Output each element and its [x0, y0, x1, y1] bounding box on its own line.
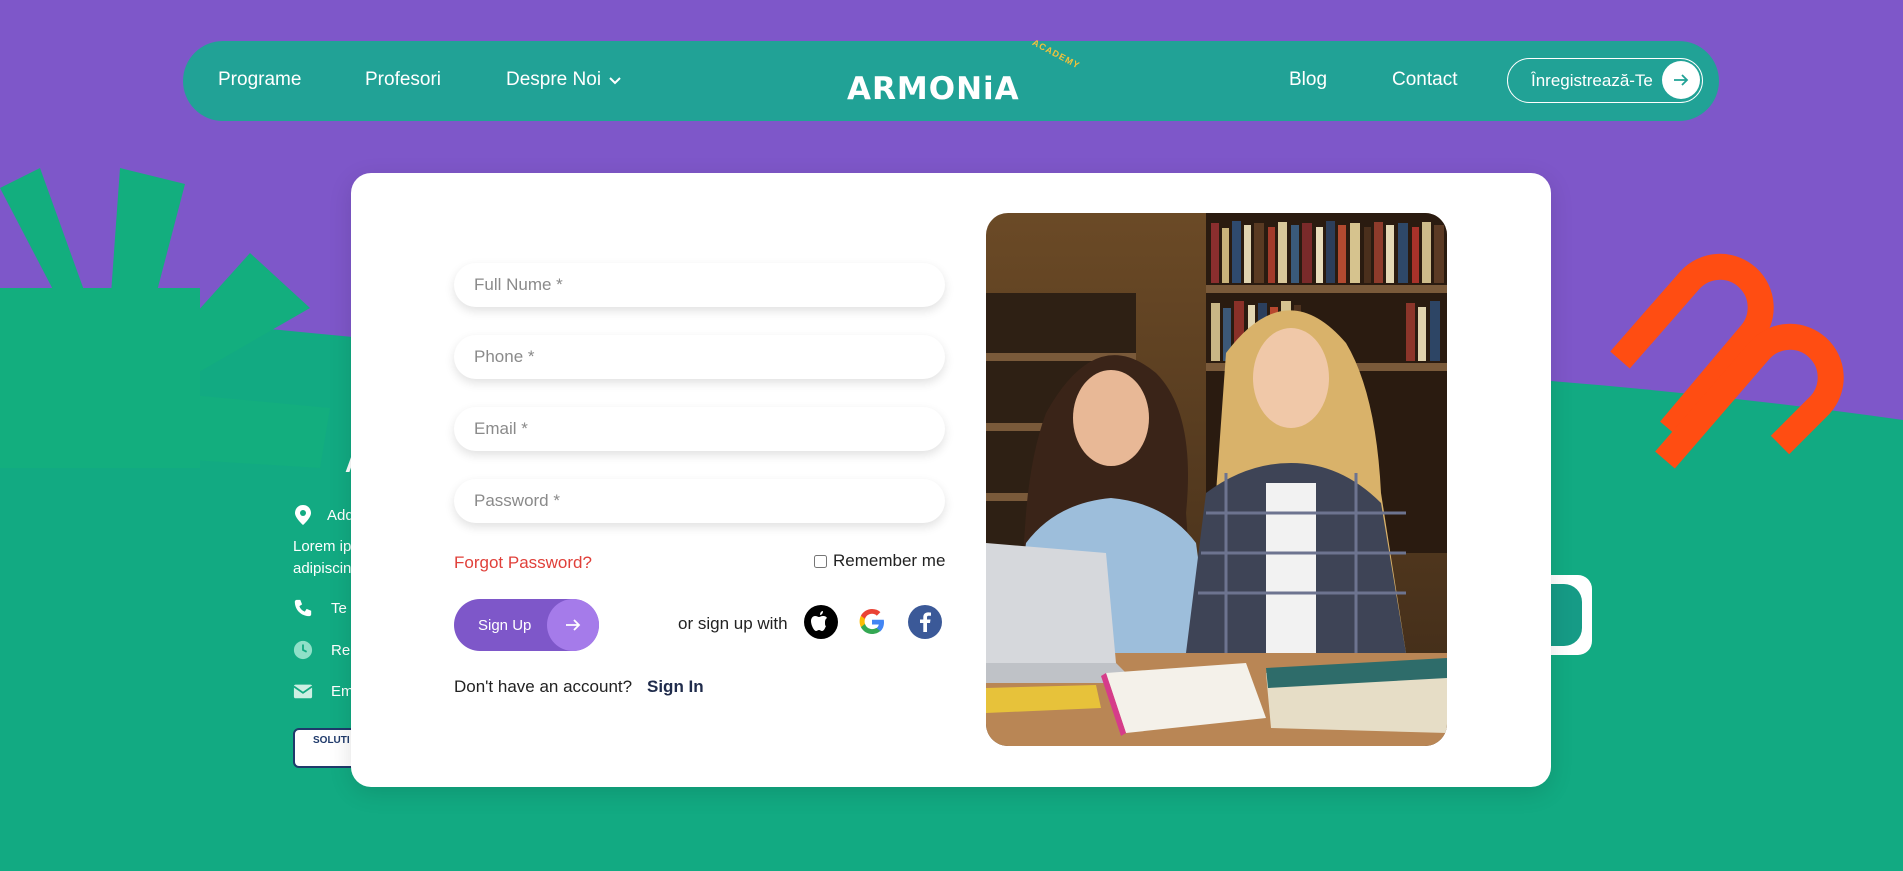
logo-subtext: ACADEMY — [1030, 37, 1082, 71]
nav-link-label: Despre Noi — [506, 69, 602, 90]
register-button[interactable]: Înregistrează-Te — [1507, 58, 1703, 103]
password-input[interactable] — [454, 479, 945, 523]
footer-schedule: Re — [293, 640, 350, 660]
email-input[interactable] — [454, 407, 945, 451]
armonia-logo[interactable]: ARMONiA ACADEMY — [847, 37, 1082, 113]
footer-address: Add — [293, 505, 354, 525]
phone-icon — [293, 598, 313, 618]
chevron-down-icon — [609, 69, 621, 91]
nav-link-label: Blog — [1289, 69, 1328, 90]
google-icon[interactable] — [855, 605, 889, 639]
sign-up-button-label: Sign Up — [478, 616, 532, 634]
footer-email: Em — [293, 681, 354, 701]
nav-link-profesori[interactable]: Profesori — [365, 69, 441, 91]
nav-link-contact[interactable]: Contact — [1392, 69, 1457, 91]
apple-icon[interactable] — [804, 605, 838, 639]
no-account-text: Don't have an account? — [454, 677, 633, 696]
footer-schedule-label: Re — [331, 641, 351, 659]
students-photo — [986, 213, 1447, 746]
remember-me[interactable]: Remember me — [814, 551, 945, 571]
orange-arches-decoration — [1610, 253, 1844, 469]
main-navbar: Programe Profesori Despre Noi ARMONiA AC… — [183, 37, 1719, 121]
nav-link-programe[interactable]: Programe — [218, 69, 301, 91]
register-button-label: Înregistrează-Te — [1531, 70, 1653, 90]
nav-link-blog[interactable]: Blog — [1289, 69, 1327, 91]
envelope-icon — [293, 681, 313, 701]
nav-link-label: Contact — [1392, 69, 1458, 90]
nav-link-despre-noi[interactable]: Despre Noi — [506, 69, 621, 91]
remember-me-checkbox[interactable] — [814, 554, 827, 568]
green-sunburst-decoration — [0, 168, 330, 468]
signup-card: Forgot Password? Remember me Sign Up or … — [351, 173, 1551, 787]
location-pin-icon — [293, 505, 313, 525]
footer-address-label: Add — [327, 506, 354, 524]
nav-link-label: Programe — [218, 69, 302, 90]
remember-me-label: Remember me — [833, 551, 946, 570]
clock-icon — [293, 640, 313, 660]
arrow-right-icon — [1662, 61, 1700, 99]
arrow-right-icon — [547, 599, 599, 651]
nav-link-label: Profesori — [365, 69, 442, 90]
sign-up-button[interactable]: Sign Up — [454, 599, 599, 651]
or-sign-up-with-text: or sign up with — [678, 614, 788, 633]
footer-phone-label: Te — [331, 599, 347, 617]
footer-phone: Te — [293, 598, 347, 618]
forgot-password-link[interactable]: Forgot Password? — [454, 553, 592, 573]
logo-text: ARMONiA — [847, 71, 1020, 107]
sign-in-link[interactable]: Sign In — [647, 677, 704, 697]
facebook-icon[interactable] — [908, 605, 942, 639]
phone-input[interactable] — [454, 335, 945, 379]
full-name-input[interactable] — [454, 263, 945, 307]
